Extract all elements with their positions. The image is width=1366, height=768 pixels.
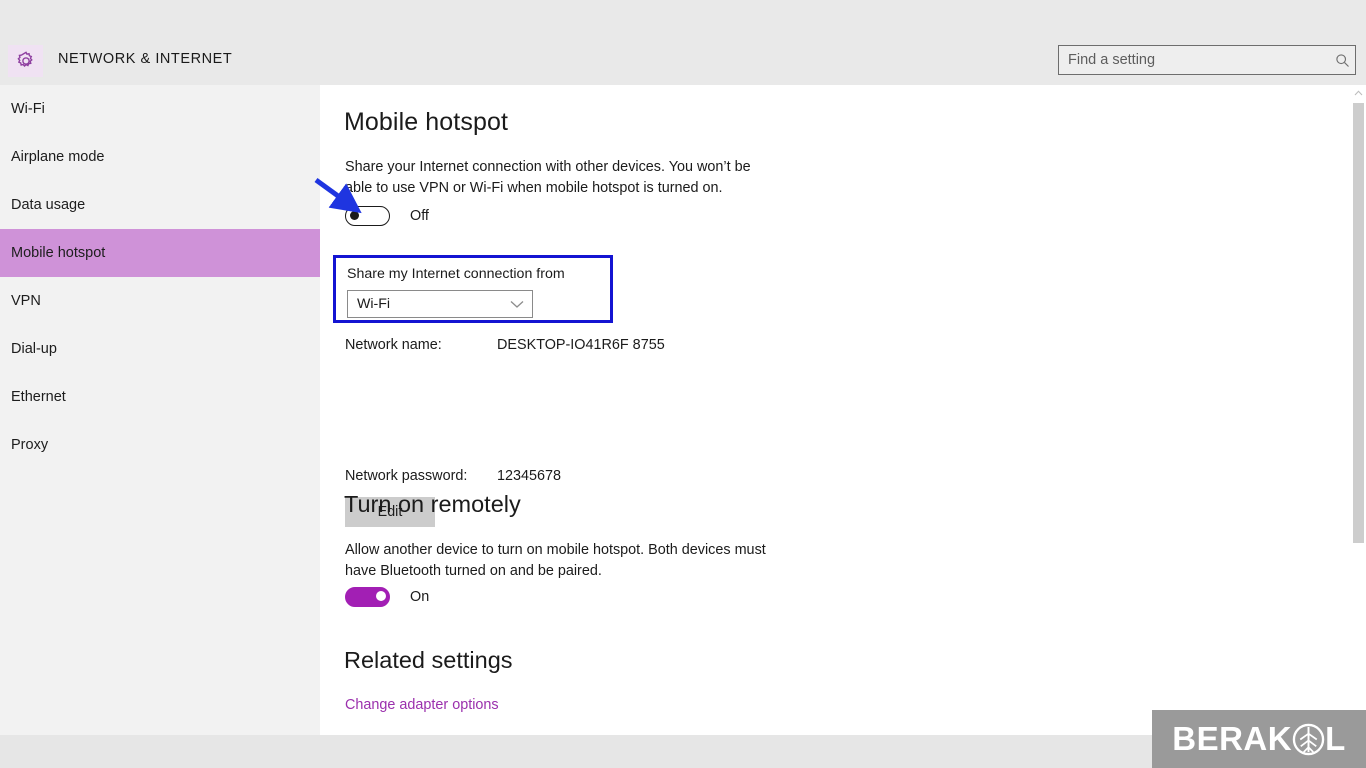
sidebar-item-label: Dial-up — [11, 341, 57, 357]
section-heading-mobile-hotspot: Mobile hotspot — [344, 108, 508, 136]
chevron-down-icon — [502, 300, 532, 309]
sidebar-item-label: Mobile hotspot — [11, 245, 106, 261]
sidebar-item-label: Airplane mode — [11, 149, 105, 165]
watermark: BERAK L — [1152, 710, 1366, 768]
leaf-brain-icon — [1292, 723, 1325, 756]
gear-icon[interactable] — [8, 45, 43, 77]
sidebar-item-vpn[interactable]: VPN — [0, 277, 320, 325]
hotspot-description: Share your Internet connection with othe… — [345, 159, 751, 196]
sidebar-item-label: VPN — [11, 293, 41, 309]
watermark-text-after: L — [1325, 720, 1346, 757]
remote-toggle-row: On — [345, 587, 429, 607]
watermark-text-before: BERAK — [1172, 720, 1293, 757]
hotspot-toggle[interactable] — [345, 206, 390, 226]
network-name-value: DESKTOP-IO41R6F 8755 — [497, 337, 665, 353]
sidebar-item-data-usage[interactable]: Data usage — [0, 181, 320, 229]
sidebar-item-proxy[interactable]: Proxy — [0, 421, 320, 469]
page-title: NETWORK & INTERNET — [58, 51, 233, 67]
sidebar-item-mobile-hotspot[interactable]: Mobile hotspot — [0, 229, 320, 277]
chevron-up-icon[interactable] — [1350, 85, 1366, 101]
share-connection-select[interactable]: Wi-Fi — [347, 290, 533, 318]
share-connection-highlight-box: Share my Internet connection from Wi-Fi — [333, 255, 613, 323]
settings-window: NETWORK & INTERNET Wi-Fi Airplane mode D… — [0, 0, 1366, 768]
section-heading-turn-on-remotely: Turn on remotely — [344, 491, 521, 517]
sidebar-item-airplane-mode[interactable]: Airplane mode — [0, 133, 320, 181]
hotspot-toggle-row: Off — [345, 206, 429, 226]
sidebar-item-wi-fi[interactable]: Wi-Fi — [0, 85, 320, 133]
hotspot-toggle-state: Off — [410, 208, 429, 224]
sidebar-item-label: Ethernet — [11, 389, 66, 405]
sidebar-item-dial-up[interactable]: Dial-up — [0, 325, 320, 373]
network-name-label: Network name: — [345, 337, 442, 353]
sidebar-item-label: Data usage — [11, 197, 86, 213]
remote-toggle[interactable] — [345, 587, 390, 607]
remote-toggle-state: On — [410, 589, 430, 605]
sidebar-item-label: Proxy — [11, 437, 49, 453]
share-connection-label: Share my Internet connection from — [347, 266, 565, 282]
section-heading-related-settings: Related settings — [344, 647, 513, 673]
sidebar-nav: Wi-Fi Airplane mode Data usage Mobile ho… — [0, 85, 320, 735]
search-icon[interactable] — [1329, 53, 1355, 68]
toggle-knob — [350, 211, 359, 221]
search-box[interactable] — [1058, 45, 1356, 75]
sidebar-item-ethernet[interactable]: Ethernet — [0, 373, 320, 421]
toggle-knob — [375, 591, 386, 602]
vertical-scrollbar[interactable] — [1350, 85, 1366, 735]
sidebar-item-label: Wi-Fi — [11, 101, 45, 117]
scrollbar-thumb[interactable] — [1353, 103, 1364, 543]
search-input[interactable] — [1059, 46, 1329, 74]
network-password-value: 12345678 — [497, 468, 562, 484]
remote-description: Allow another device to turn on mobile h… — [345, 542, 766, 579]
network-password-label: Network password: — [345, 468, 468, 484]
app-header: NETWORK & INTERNET — [0, 0, 1366, 85]
settings-content-panel: Mobile hotspot Share your Internet conne… — [320, 85, 1366, 735]
share-connection-value: Wi-Fi — [357, 296, 391, 312]
change-adapter-options-link[interactable]: Change adapter options — [345, 697, 499, 713]
